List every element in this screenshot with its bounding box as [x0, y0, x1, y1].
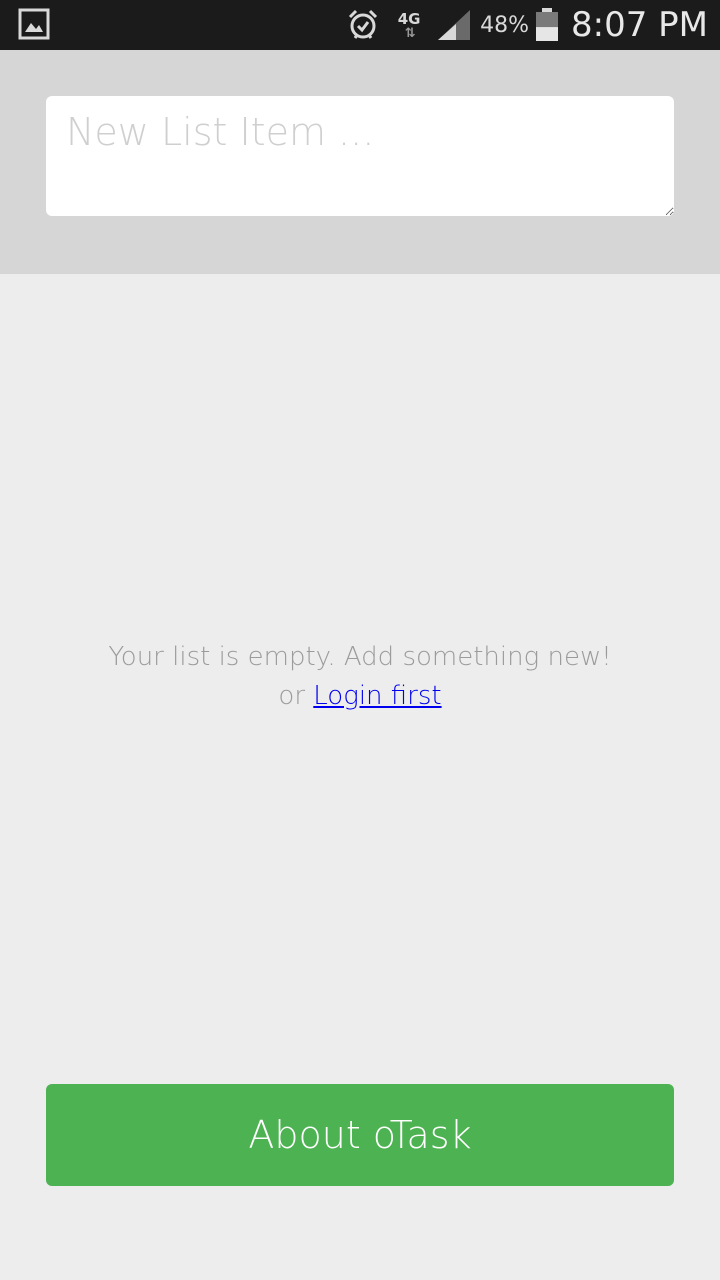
network-indicator: 4G ⇅ [394, 5, 424, 45]
clock-time: 8:07 PM [571, 5, 708, 45]
login-link[interactable]: Login first [313, 681, 441, 711]
empty-list-message: Your list is empty. Add something new! o… [0, 638, 720, 716]
status-indicators: 4G ⇅ 48% 8:07 PM [346, 0, 708, 50]
about-otask-button[interactable]: About oTask [46, 1084, 674, 1186]
new-item-panel [0, 50, 720, 274]
battery-percent: 48% [480, 12, 529, 38]
battery-icon [536, 8, 558, 41]
status-bar: 4G ⇅ 48% 8:07 PM [0, 0, 720, 50]
gallery-icon [18, 8, 50, 40]
data-arrows-icon: ⇅ [404, 25, 416, 41]
login-prompt: or Login first [0, 677, 720, 716]
or-text: or [278, 681, 306, 711]
new-list-item-input[interactable] [46, 96, 674, 216]
cell-signal-icon [438, 10, 471, 40]
empty-list-text: Your list is empty. Add something new! [108, 642, 612, 672]
network-type: 4G [397, 9, 421, 28]
alarm-clock-icon [349, 9, 378, 39]
